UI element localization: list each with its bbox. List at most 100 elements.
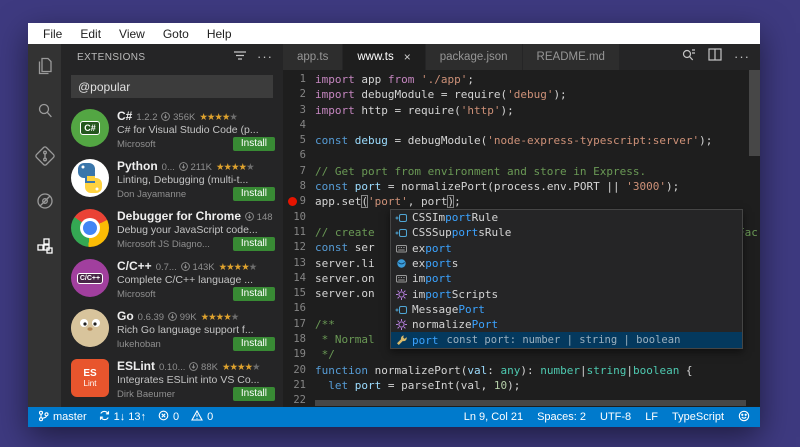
tab-app-ts[interactable]: app.ts [283,44,344,70]
extension-list-item[interactable]: Go 0.6.39 99K ★★★★★ Rich Go language suppor… [61,305,283,355]
suggestion-label: export [412,241,452,255]
extension-list-item[interactable]: C# C# 1.2.2 356K ★★★★★ C# for Visual Studio … [61,105,283,155]
suggestion-item[interactable]: CSSSupportsRule [391,225,742,240]
line-number: 14 [293,271,306,284]
extension-list-item[interactable]: Python 0... 211K ★★★★★ Linting, Debugging (… [61,155,283,205]
suggestion-item[interactable]: import [391,271,742,286]
status-spaces-2[interactable]: Spaces: 2 [537,411,586,423]
status-sync[interactable]: 1↓ 13↑ [99,410,146,424]
menu-bar: File Edit View Goto Help [28,23,760,44]
extension-name: C/C++ [117,259,152,273]
extension-version: 0... [161,162,175,173]
horizontal-scrollbar[interactable] [315,400,746,406]
menu-item-edit[interactable]: Edit [71,27,110,41]
extension-publisher: Dirk Baeumer [117,388,176,400]
extension-description: Complete C/C++ language ... [117,274,253,286]
filter-icon[interactable] [233,50,247,64]
explorer-icon[interactable] [33,54,57,78]
status-ln-9-col-21[interactable]: Ln 9, Col 21 [464,411,523,423]
suggestion-label: normalizePort [412,318,499,332]
suggestion-label: import [412,272,452,286]
status-error[interactable]: 0 [158,410,179,424]
code-line: 5 const debug = debugModule('node-express… [283,133,760,148]
status-smiley[interactable] [738,410,750,425]
star-rating: ★★★★★ [199,112,238,123]
extension-publisher: Don Jayamanne [117,188,187,200]
suggestion-item[interactable]: exports [391,256,742,271]
search-input[interactable] [72,76,272,97]
extension-version: 0.10... [159,362,186,373]
extension-list-item[interactable]: Debugger for Chrome 148 Debug your JavaSc… [61,205,283,255]
line-number: 10 [293,210,306,223]
extension-name: Go [117,309,134,323]
tab-README-md[interactable]: README.md [522,44,620,70]
extension-publisher: Microsoft JS Diagno... [117,238,210,250]
cpp-extension-icon: C/C++ [71,259,109,297]
line-number: 4 [299,118,306,131]
error-icon [158,410,169,424]
warning-icon [191,409,204,424]
menu-item-file[interactable]: File [34,27,71,41]
close-icon[interactable]: × [404,50,411,64]
download-count: 88K [189,362,218,373]
breakpoint-dot[interactable] [288,197,297,206]
sidebar-title: EXTENSIONS [77,51,146,63]
extension-list-item[interactable]: ES Lint ESLint 0.10... 88K ★★★★★ Integrates E… [61,355,283,405]
sidebar-header: EXTENSIONS ··· [77,49,273,64]
suggestion-item[interactable]: CSSImportRule [391,210,742,225]
extensions-list: C# C# 1.2.2 356K ★★★★★ C# for Visual Studio … [61,105,283,407]
menu-item-view[interactable]: View [110,27,154,41]
python-extension-icon [71,159,109,197]
csharp-extension-icon: C# [71,109,109,147]
line-number: 18 [293,333,306,346]
tab-label: package.json [439,51,508,63]
status-bar: master 1↓ 13↑ 0 0 Ln 9, Col 21 Spaces: 2 UTF-… [28,407,760,427]
suggestion-label: MessagePort [412,302,485,316]
source-control-icon[interactable] [33,144,57,168]
line-number: 3 [299,103,306,116]
suggestion-item[interactable]: MessagePort [391,302,742,317]
install-button[interactable]: Install [232,187,275,201]
status-git-branch[interactable]: master [38,410,87,425]
code-line: 21 let port = parseInt(val, 10); [283,378,760,393]
tab-www-ts[interactable]: www.ts × [343,44,426,70]
main-area: EXTENSIONS ··· C#C#1.2.2 356K★★★★★C# for… [28,44,760,407]
sync-icon [99,410,110,424]
line-number: 16 [293,302,306,315]
tab-package-json[interactable]: package.json [425,44,523,70]
suggestion-detail: const port: number | string | boolean [446,334,681,347]
install-button[interactable]: Install [232,287,275,301]
status-warning[interactable]: 0 [191,409,213,424]
open-preview-icon[interactable] [681,48,696,67]
suggestion-item[interactable]: importScripts [391,286,742,301]
search-icon[interactable] [33,99,57,123]
extension-name: Python [117,159,158,173]
install-button[interactable]: Install [232,137,275,151]
suggestion-item[interactable]: normalizePort [391,317,742,332]
go-extension-icon [71,309,109,347]
suggestion-label: port [412,333,439,347]
menu-item-help[interactable]: Help [198,27,241,41]
install-button[interactable]: Install [232,387,275,401]
menu-item-goto[interactable]: Goto [154,27,198,41]
code-editor[interactable]: 1 import app from './app'; 2 import debugMo… [283,70,760,407]
suggestion-item-selected[interactable]: port const port: number | string | boolea… [391,332,742,348]
extensions-icon[interactable] [33,234,57,258]
extension-list-item[interactable]: C/C++ C/C++ 0.7... 143K ★★★★★ Complete C/C++… [61,255,283,305]
extension-name: C# [117,109,133,123]
status-typescript[interactable]: TypeScript [672,411,724,423]
line-number: 8 [299,180,306,193]
vertical-scrollbar[interactable] [749,70,760,156]
status-utf-8[interactable]: UTF-8 [600,411,631,423]
suggestion-item[interactable]: export [391,241,742,256]
status-lf[interactable]: LF [645,411,658,423]
download-count: 99K [168,312,197,323]
install-button[interactable]: Install [232,237,275,251]
install-button[interactable]: Install [232,337,275,351]
line-number: 13 [293,256,306,269]
wrench-kind-icon [395,334,412,347]
star-rating: ★★★★★ [200,312,240,323]
split-editor-icon[interactable] [708,48,722,66]
line-number: 19 [293,348,306,361]
debug-icon[interactable] [33,189,57,213]
